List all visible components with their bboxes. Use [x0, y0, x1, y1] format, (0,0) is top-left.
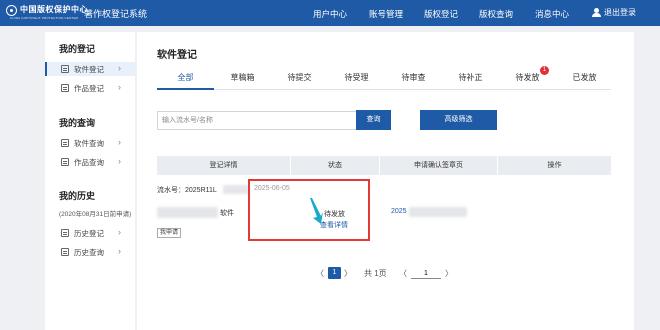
sidebar-item-history-registration[interactable]: 历史登记 › [45, 226, 135, 240]
tab-drafts[interactable]: 草稿箱 [214, 72, 271, 83]
goto-next-button[interactable]: 〉 [445, 268, 453, 279]
document-icon [61, 84, 69, 92]
sidebar-item-software-registration[interactable]: 软件登记 › [45, 62, 135, 76]
sidebar: 我的登记 软件登记 › 作品登记 › 我的查询 软件查询 › 作品查询 › 我的… [45, 32, 135, 330]
search-button[interactable]: 查询 [356, 110, 391, 130]
nav-user-center[interactable]: 用户中心 [313, 8, 347, 20]
sidebar-item-label: 软件登记 [74, 65, 104, 74]
column-header-actions: 操作 [547, 162, 562, 169]
logout-button[interactable]: 退出登录 [592, 7, 636, 18]
sidebar-item-label: 历史登记 [74, 229, 104, 238]
serial-number: 流水号：2025R11L [157, 187, 217, 194]
document-icon [61, 158, 69, 166]
sidebar-group-my-registration: 我的登记 [59, 44, 96, 54]
page-title: 软件登记 [157, 50, 197, 61]
chevron-right-icon: › [118, 82, 121, 92]
redacted-software-name [157, 207, 218, 218]
site-logo[interactable]: 中国版权保护中心 CHINA COPYRIGHT PROTECTION CENT… [6, 4, 88, 22]
tab-all[interactable]: 全部 [157, 72, 214, 83]
document-icon [61, 139, 69, 147]
sidebar-item-history-query[interactable]: 历史查询 › [45, 245, 135, 259]
sidebar-item-software-query[interactable]: 软件查询 › [45, 136, 135, 150]
advanced-filter-button[interactable]: 高级筛选 [420, 110, 497, 130]
goto-page-input[interactable] [411, 268, 441, 279]
sidebar-item-label: 软件查询 [74, 139, 104, 148]
sidebar-item-label: 历史查询 [74, 248, 104, 257]
chevron-right-icon: › [118, 246, 121, 256]
document-icon [61, 229, 69, 237]
software-name-suffix: 软件 [220, 210, 234, 217]
main-panel: 软件登记 全部 草稿箱 待提交 待受理 待审查 待补正 待发放 1 已发放 查询… [137, 32, 634, 330]
application-number-link[interactable]: 2025 [391, 208, 407, 215]
logo-emblem-icon [6, 5, 17, 16]
table-header: 登记详情 状态 申请确认签章页 操作 [157, 156, 611, 175]
tab-pending-accept[interactable]: 待受理 [328, 72, 385, 83]
status-tabs: 全部 草稿箱 待提交 待受理 待审查 待补正 待发放 1 已发放 [157, 66, 613, 90]
document-icon [61, 248, 69, 256]
column-header-detail: 登记详情 [157, 156, 291, 175]
user-icon [592, 8, 601, 17]
logo-text-cn: 中国版权保护中心 [20, 4, 88, 14]
document-icon [61, 65, 69, 73]
pagination-total: 共 1页 [364, 269, 387, 278]
sidebar-group-my-query: 我的查询 [59, 118, 96, 128]
tab-issued[interactable]: 已发放 [556, 72, 613, 83]
sidebar-item-work-query[interactable]: 作品查询 › [45, 155, 135, 169]
sidebar-item-work-registration[interactable]: 作品登记 › [45, 81, 135, 95]
active-tab-indicator [157, 88, 214, 90]
top-navbar: 中国版权保护中心 CHINA COPYRIGHT PROTECTION CENT… [0, 0, 660, 26]
nav-copyright-query[interactable]: 版权查询 [479, 8, 513, 20]
tab-pending-correction[interactable]: 待补正 [442, 72, 499, 83]
system-name: 著作权登记系统 [84, 9, 148, 19]
sidebar-group-my-history: 我的历史 [59, 191, 96, 201]
nav-message-center[interactable]: 消息中心 [535, 8, 569, 20]
nav-copyright-registration[interactable]: 版权登记 [424, 8, 458, 20]
goto-prev-button[interactable]: 〈 [399, 268, 407, 279]
pagination-prev-button[interactable]: 〈 [316, 268, 324, 279]
pagination-current-page[interactable]: 1 [328, 267, 341, 279]
tab-pending-submit[interactable]: 待提交 [271, 72, 328, 83]
pagination-next-button[interactable]: 〉 [344, 268, 352, 279]
tab-pending-review[interactable]: 待审查 [385, 72, 442, 83]
redacted-serial [223, 185, 249, 194]
tab-count-badge: 1 [540, 66, 549, 75]
chevron-right-icon: › [118, 137, 121, 147]
chevron-right-icon: › [118, 227, 121, 237]
applicant-tag: 我申请 [157, 228, 182, 238]
column-header-confirmation-page: 申请确认签章页 [380, 156, 498, 175]
sidebar-item-label: 作品登记 [74, 84, 104, 93]
redacted-application-number [409, 207, 467, 217]
search-input[interactable] [157, 111, 357, 130]
logo-text-en: CHINA COPYRIGHT PROTECTION CENTER [10, 16, 79, 20]
column-header-status: 状态 [291, 156, 380, 175]
nav-account-management[interactable]: 账号管理 [369, 8, 403, 20]
chevron-right-icon: › [118, 156, 121, 166]
sidebar-item-label: 作品查询 [74, 158, 104, 167]
logout-label: 退出登录 [604, 8, 636, 17]
sidebar-history-note: (2020年08月31日前申请) [59, 211, 132, 218]
annotation-arrow-icon [310, 198, 323, 224]
chevron-right-icon: › [118, 63, 121, 73]
